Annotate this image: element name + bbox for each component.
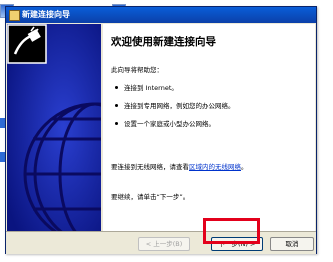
window-title: 新建连接向导 — [22, 10, 70, 19]
button-bar: < 上一步(B) 下一步(N) > 取消 — [6, 231, 316, 254]
wizard-side-graphic — [7, 24, 101, 231]
wireless-networks-link[interactable]: 区域内的无线网络 — [189, 163, 241, 171]
bullet-icon — [115, 122, 118, 125]
bullet-icon — [115, 86, 118, 89]
wireless-text: 要连接到无线网络，请查看区域内的无线网络。 — [111, 163, 248, 171]
list-item: 连接到专用网络，例如您的办公网络。 — [111, 100, 235, 118]
list-item: 设置一个家庭或小型办公网络。 — [111, 118, 235, 136]
feature-list: 连接到 Internet。 连接到专用网络，例如您的办公网络。 设置一个家庭或小… — [111, 82, 235, 136]
network-cable-icon — [7, 24, 47, 64]
back-button[interactable]: < 上一步(B) — [138, 237, 190, 251]
page-title: 欢迎使用新建连接向导 — [111, 36, 216, 48]
bullet-icon — [115, 104, 118, 107]
new-connection-wizard-window: 新建连接向导 欢迎使用新建连接向导 此向导将帮助您： 连接到 Internet。… — [5, 6, 317, 254]
list-item: 连接到 Internet。 — [111, 82, 235, 100]
title-bar[interactable]: 新建连接向导 — [6, 7, 316, 23]
cancel-button[interactable]: 取消 — [270, 237, 314, 251]
wizard-content: 欢迎使用新建连接向导 此向导将帮助您： 连接到 Internet。 连接到专用网… — [103, 24, 315, 231]
wizard-icon — [9, 10, 20, 21]
intro-text: 此向导将帮助您： — [111, 66, 163, 74]
continue-instruction: 要继续，请单击“下一步”。 — [111, 193, 190, 201]
highlight-box — [203, 218, 260, 244]
